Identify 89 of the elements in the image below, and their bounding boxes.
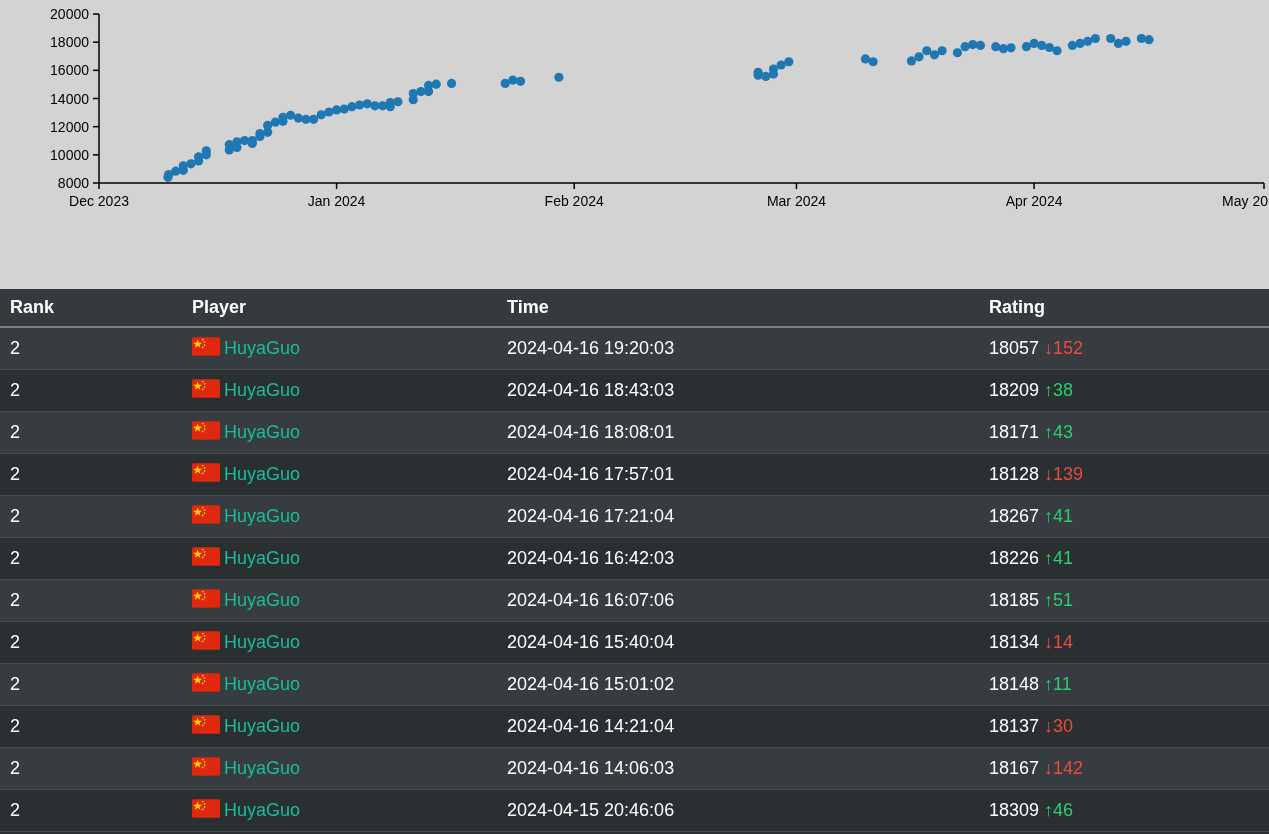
time-cell: 2024-04-16 19:20:03 bbox=[497, 327, 979, 369]
rank-cell: 2 bbox=[0, 705, 182, 747]
time-cell: 2024-04-16 16:07:06 bbox=[497, 579, 979, 621]
rank-cell: 2 bbox=[0, 789, 182, 831]
rating-change: ↑41 bbox=[1044, 505, 1074, 526]
player-link[interactable]: HuyaGuo bbox=[224, 799, 301, 820]
axis-label: Jan 2024 bbox=[307, 193, 366, 209]
player-link[interactable]: HuyaGuo bbox=[224, 757, 301, 778]
rank-cell: 2 bbox=[0, 579, 182, 621]
rank-cell: 2 bbox=[0, 747, 182, 789]
rating-change: ↑51 bbox=[1044, 589, 1074, 610]
rating-change: ↑46 bbox=[1044, 799, 1074, 820]
rating-change: ↓139 bbox=[1044, 463, 1084, 484]
time-cell: 2024-04-16 14:06:03 bbox=[497, 747, 979, 789]
rating-change: ↓30 bbox=[1044, 715, 1074, 736]
axis-label: Feb 2024 bbox=[544, 193, 604, 209]
player-link[interactable]: HuyaGuo bbox=[224, 589, 301, 610]
rating-value: 18226 bbox=[989, 547, 1040, 568]
flag-icon bbox=[192, 630, 220, 650]
flag-icon bbox=[192, 420, 220, 440]
rank-cell: 2 bbox=[0, 621, 182, 663]
axis-label: Apr 2024 bbox=[1005, 193, 1063, 209]
time-cell: 2024-04-16 17:57:01 bbox=[497, 453, 979, 495]
rating-value: 18309 bbox=[989, 799, 1040, 820]
player-link[interactable]: HuyaGuo bbox=[224, 463, 301, 484]
rating-value: 18148 bbox=[989, 673, 1040, 694]
flag-icon bbox=[192, 504, 220, 524]
time-cell: 2024-04-16 15:40:04 bbox=[497, 621, 979, 663]
rank-cell: 2 bbox=[0, 537, 182, 579]
rank-cell: 2 bbox=[0, 411, 182, 453]
flag-icon bbox=[192, 378, 220, 398]
flag-icon bbox=[192, 546, 220, 566]
rating-change: ↑43 bbox=[1044, 421, 1074, 442]
rank-cell: 2 bbox=[0, 663, 182, 705]
rating-change: ↑41 bbox=[1044, 547, 1074, 568]
axis-label: Dec 2023 bbox=[69, 193, 129, 209]
rating-value: 18267 bbox=[989, 505, 1040, 526]
axis-label: 20000 bbox=[50, 6, 89, 22]
rating-value: 18057 bbox=[989, 337, 1040, 358]
rating-change: ↑11 bbox=[1044, 673, 1072, 694]
player-link[interactable]: HuyaGuo bbox=[224, 673, 301, 694]
flag-icon bbox=[192, 798, 220, 818]
rank-cell: 2 bbox=[0, 327, 182, 369]
rating-value: 18209 bbox=[989, 379, 1040, 400]
axis-label: 12000 bbox=[50, 118, 89, 135]
rank-cell: 2 bbox=[0, 453, 182, 495]
flag-icon bbox=[192, 672, 220, 692]
rating-value: 18167 bbox=[989, 757, 1040, 778]
time-cell: 2024-04-16 15:01:02 bbox=[497, 663, 979, 705]
time-cell: 2024-04-16 18:43:03 bbox=[497, 369, 979, 411]
axis-label: 14000 bbox=[50, 90, 89, 107]
flag-icon bbox=[192, 462, 220, 482]
time-cell: 2024-04-15 20:46:06 bbox=[497, 789, 979, 831]
time-cell: 2024-04-16 16:42:03 bbox=[497, 537, 979, 579]
rating-change: ↓142 bbox=[1044, 757, 1084, 778]
flag-icon bbox=[192, 336, 220, 356]
rating-change: ↑38 bbox=[1044, 379, 1074, 400]
axis-label: May 20 bbox=[1222, 193, 1268, 209]
rating-change: ↓152 bbox=[1044, 337, 1084, 358]
rank-cell: 2 bbox=[0, 369, 182, 411]
axis-label: 16000 bbox=[50, 62, 89, 79]
flag-icon bbox=[192, 756, 220, 776]
axis-label: 10000 bbox=[50, 146, 89, 163]
flag-icon bbox=[192, 714, 220, 734]
rating-value: 18185 bbox=[989, 589, 1040, 610]
player-link[interactable]: HuyaGuo bbox=[224, 715, 301, 736]
rating-change: ↓14 bbox=[1044, 631, 1074, 652]
rating-value: 18137 bbox=[989, 715, 1040, 736]
axis-label: 8000 bbox=[57, 175, 89, 191]
column-header: Rank bbox=[0, 289, 182, 327]
rank-cell: 2 bbox=[0, 495, 182, 537]
player-link[interactable]: HuyaGuo bbox=[224, 421, 301, 442]
rating-value: 18171 bbox=[989, 421, 1040, 442]
axis-label: Mar 2024 bbox=[766, 193, 827, 209]
player-link[interactable]: HuyaGuo bbox=[224, 337, 301, 358]
player-link[interactable]: HuyaGuo bbox=[224, 505, 301, 526]
time-cell: 2024-04-16 17:21:04 bbox=[497, 495, 979, 537]
time-cell: 2024-04-16 14:21:04 bbox=[497, 705, 979, 747]
flag-icon bbox=[192, 588, 220, 608]
player-link[interactable]: HuyaGuo bbox=[224, 379, 301, 400]
column-header: Time bbox=[497, 289, 979, 327]
axis-label: 18000 bbox=[50, 34, 89, 51]
rating-value: 18128 bbox=[989, 463, 1040, 484]
column-header: Player bbox=[182, 289, 497, 327]
rating-value: 18134 bbox=[989, 631, 1040, 652]
player-link[interactable]: HuyaGuo bbox=[224, 631, 301, 652]
player-link[interactable]: HuyaGuo bbox=[224, 547, 301, 568]
time-cell: 2024-04-16 18:08:01 bbox=[497, 411, 979, 453]
column-header: Rating bbox=[979, 289, 1269, 327]
